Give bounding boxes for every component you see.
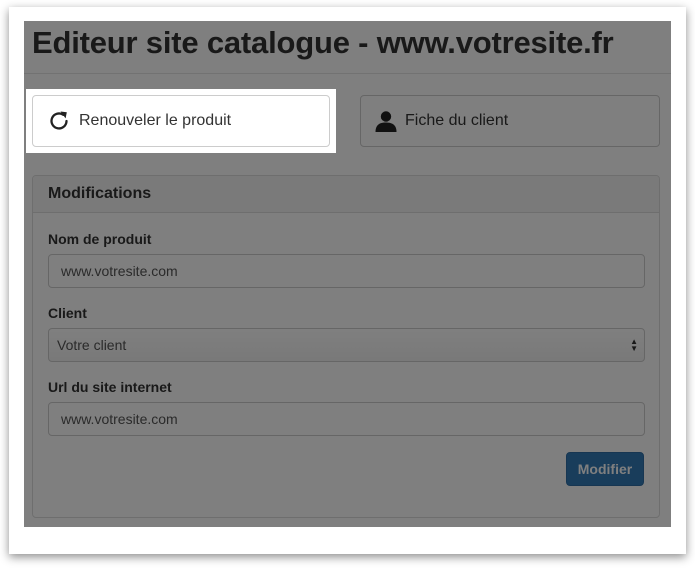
product-name-label: Nom de produit bbox=[48, 231, 152, 247]
client-label: Client bbox=[48, 305, 87, 321]
submit-button[interactable]: Modifier bbox=[566, 452, 644, 486]
app-screen: Editeur site catalogue - www.votresite.f… bbox=[24, 21, 671, 527]
page-title: Editeur site catalogue - www.votresite.f… bbox=[32, 25, 614, 60]
select-arrows-icon: ▲ ▼ bbox=[630, 337, 638, 353]
product-name-input[interactable] bbox=[48, 254, 645, 288]
panel-heading: Modifications bbox=[33, 176, 659, 213]
refresh-icon bbox=[50, 111, 68, 130]
renew-product-button[interactable]: Renouveler le produit bbox=[32, 95, 330, 147]
modifications-panel: Modifications Nom de produit Client Votr… bbox=[32, 175, 660, 518]
url-label: Url du site internet bbox=[48, 379, 172, 395]
client-select[interactable]: Votre client ▲ ▼ bbox=[48, 328, 645, 362]
url-input[interactable] bbox=[48, 402, 645, 436]
client-profile-button[interactable]: Fiche du client bbox=[360, 95, 660, 147]
highlight-spotlight: Renouveler le produit bbox=[26, 89, 336, 153]
renew-product-label: Renouveler le produit bbox=[79, 112, 232, 129]
client-profile-label: Fiche du client bbox=[405, 112, 509, 129]
title-divider bbox=[24, 73, 671, 74]
user-icon bbox=[375, 111, 397, 132]
client-select-value: Votre client bbox=[57, 337, 127, 353]
